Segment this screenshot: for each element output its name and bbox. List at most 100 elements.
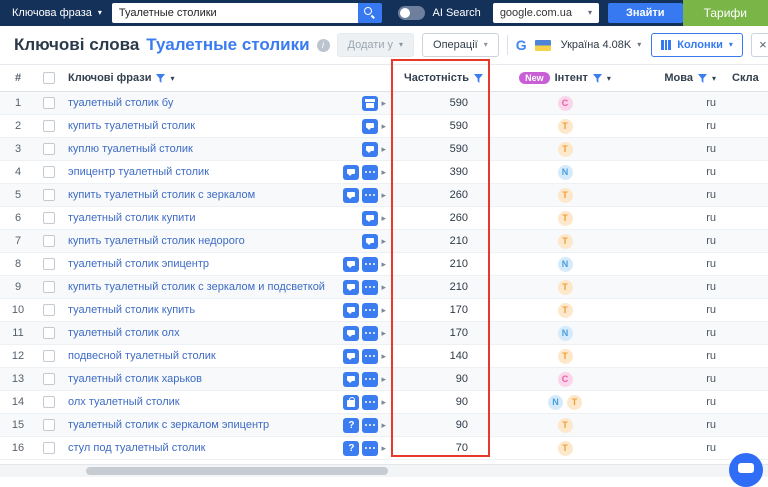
question-icon[interactable] [343,440,360,456]
header-frequency[interactable]: Частотність ↓ [392,72,490,84]
table-row[interactable]: 5 купить туалетный столик с зеркалом ▸ 2… [0,184,768,207]
table-row[interactable]: 13 туалетный столик харьков ▸ 90 C ru [0,368,768,391]
add-to-button[interactable]: Додати у ▾ [336,33,415,57]
row-checkbox[interactable] [43,120,55,132]
chevron-right-icon[interactable]: ▸ [381,443,386,454]
filter-icon[interactable] [592,73,602,83]
table-row[interactable]: 9 купить туалетный столик с зеркалом и п… [0,276,768,299]
keyword-link[interactable]: купить туалетный столик с зеркалом [68,189,255,201]
filter-icon[interactable] [474,73,484,83]
chat-icon[interactable] [362,118,379,134]
table-row[interactable]: 1 туалетный столик бу ▸ 590 C ru [0,92,768,115]
chat-icon[interactable] [362,233,379,249]
pricing-button[interactable]: Тарифи [682,0,768,26]
chevron-right-icon[interactable]: ▸ [381,305,386,316]
table-row[interactable]: 7 купить туалетный столик недорого ▸ 210… [0,230,768,253]
more-icon[interactable] [362,394,379,410]
row-checkbox[interactable] [43,304,55,316]
row-checkbox[interactable] [43,166,55,178]
more-icon[interactable] [362,164,379,180]
keyword-link[interactable]: купить туалетный столик недорого [68,235,245,247]
chevron-right-icon[interactable]: ▸ [381,374,386,385]
chevron-right-icon[interactable]: ▸ [381,328,386,339]
chevron-right-icon[interactable]: ▸ [381,213,386,224]
bag-icon[interactable] [343,394,360,410]
keyword-link[interactable]: туалетный столик купити [68,212,196,224]
chevron-right-icon[interactable]: ▸ [381,98,386,109]
row-checkbox[interactable] [43,189,55,201]
table-row[interactable]: 3 куплю туалетный столик ▸ 590 T ru [0,138,768,161]
more-icon[interactable] [362,187,379,203]
table-row[interactable]: 15 туалетный столик с зеркалом эпицентр … [0,414,768,437]
search-engine-dropdown[interactable]: google.com.ua ▾ [492,3,599,23]
keyword-link[interactable]: купить туалетный столик [68,120,195,132]
header-phrases[interactable]: Ключові фрази ▾ [62,72,330,84]
row-checkbox[interactable] [43,281,55,293]
row-checkbox[interactable] [43,327,55,339]
chevron-right-icon[interactable]: ▸ [381,167,386,178]
chevron-right-icon[interactable]: ▸ [381,190,386,201]
table-row[interactable]: 12 подвесной туалетный столик ▸ 140 T ru [0,345,768,368]
find-button[interactable]: Знайти [608,3,683,23]
keyword-link[interactable]: туалетный столик харьков [68,373,202,385]
phrase-type-dropdown[interactable]: Ключова фраза ▾ [8,0,112,26]
chevron-right-icon[interactable]: ▸ [381,259,386,270]
chat-icon[interactable] [343,302,360,318]
chevron-right-icon[interactable]: ▸ [381,236,386,247]
row-checkbox[interactable] [43,212,55,224]
keyword-link[interactable]: туалетный столик олх [68,327,180,339]
chevron-right-icon[interactable]: ▸ [381,397,386,408]
more-icon[interactable] [362,279,379,295]
more-icon[interactable] [362,325,379,341]
keyword-link[interactable]: подвесной туалетный столик [68,350,216,362]
table-row[interactable]: 16 стул под туалетный столик ▸ 70 T ru [0,437,768,460]
chat-icon[interactable] [343,348,360,364]
chat-icon[interactable] [343,187,360,203]
row-checkbox[interactable] [43,419,55,431]
table-row[interactable]: 8 туалетный столик эпицентр ▸ 210 N ru [0,253,768,276]
more-icon[interactable] [362,371,379,387]
keyword-link[interactable]: туалетный столик с зеркалом эпицентр [68,419,269,431]
table-row[interactable]: 14 олх туалетный столик ▸ 90 NT ru [0,391,768,414]
chevron-right-icon[interactable]: ▸ [381,420,386,431]
chat-widget-button[interactable] [729,453,763,487]
table-row[interactable]: 4 эпицентр туалетный столик ▸ 390 N ru [0,161,768,184]
row-checkbox[interactable] [43,235,55,247]
chat-icon[interactable] [362,141,379,157]
chevron-down-icon[interactable]: ▾ [712,74,716,83]
region-dropdown[interactable]: Україна 4.08K ▾ [559,33,644,57]
keyword-link[interactable]: эпицентр туалетный столик [68,166,209,178]
chat-icon[interactable] [343,164,360,180]
keyword-link[interactable]: куплю туалетный столик [68,143,193,155]
chat-icon[interactable] [362,210,379,226]
columns-button[interactable]: Колонки ▾ [651,33,743,57]
header-intent[interactable]: New Інтент ▾ [490,72,640,84]
chevron-down-icon[interactable]: ▾ [170,74,174,83]
operations-button[interactable]: Операції ▾ [422,33,499,57]
table-row[interactable]: 2 купить туалетный столик ▸ 590 T ru [0,115,768,138]
row-checkbox[interactable] [43,258,55,270]
more-icon[interactable] [362,417,379,433]
row-checkbox[interactable] [43,97,55,109]
ai-search-toggle[interactable] [397,6,425,20]
table-row[interactable]: 6 туалетный столик купити ▸ 260 T ru [0,207,768,230]
keyword-link[interactable]: туалетный столик купить [68,304,195,316]
horizontal-scrollbar[interactable] [0,464,768,477]
chevron-right-icon[interactable]: ▸ [381,282,386,293]
more-icon[interactable] [362,348,379,364]
filter-icon[interactable] [156,73,166,83]
more-icon[interactable] [362,256,379,272]
more-icon[interactable] [362,440,379,456]
table-row[interactable]: 10 туалетный столик купить ▸ 170 T ru [0,299,768,322]
more-icon[interactable] [362,302,379,318]
info-icon[interactable]: i [316,38,330,52]
keyword-link[interactable]: стул под туалетный столик [68,442,205,454]
chevron-right-icon[interactable]: ▸ [381,121,386,132]
question-icon[interactable] [343,417,360,433]
chevron-right-icon[interactable]: ▸ [381,144,386,155]
keyword-link[interactable]: туалетный столик эпицентр [68,258,209,270]
table-row[interactable]: 11 туалетный столик олх ▸ 170 N ru [0,322,768,345]
search-input[interactable] [111,3,359,23]
row-checkbox[interactable] [43,442,55,454]
keyword-link[interactable]: туалетный столик бу [68,97,173,109]
